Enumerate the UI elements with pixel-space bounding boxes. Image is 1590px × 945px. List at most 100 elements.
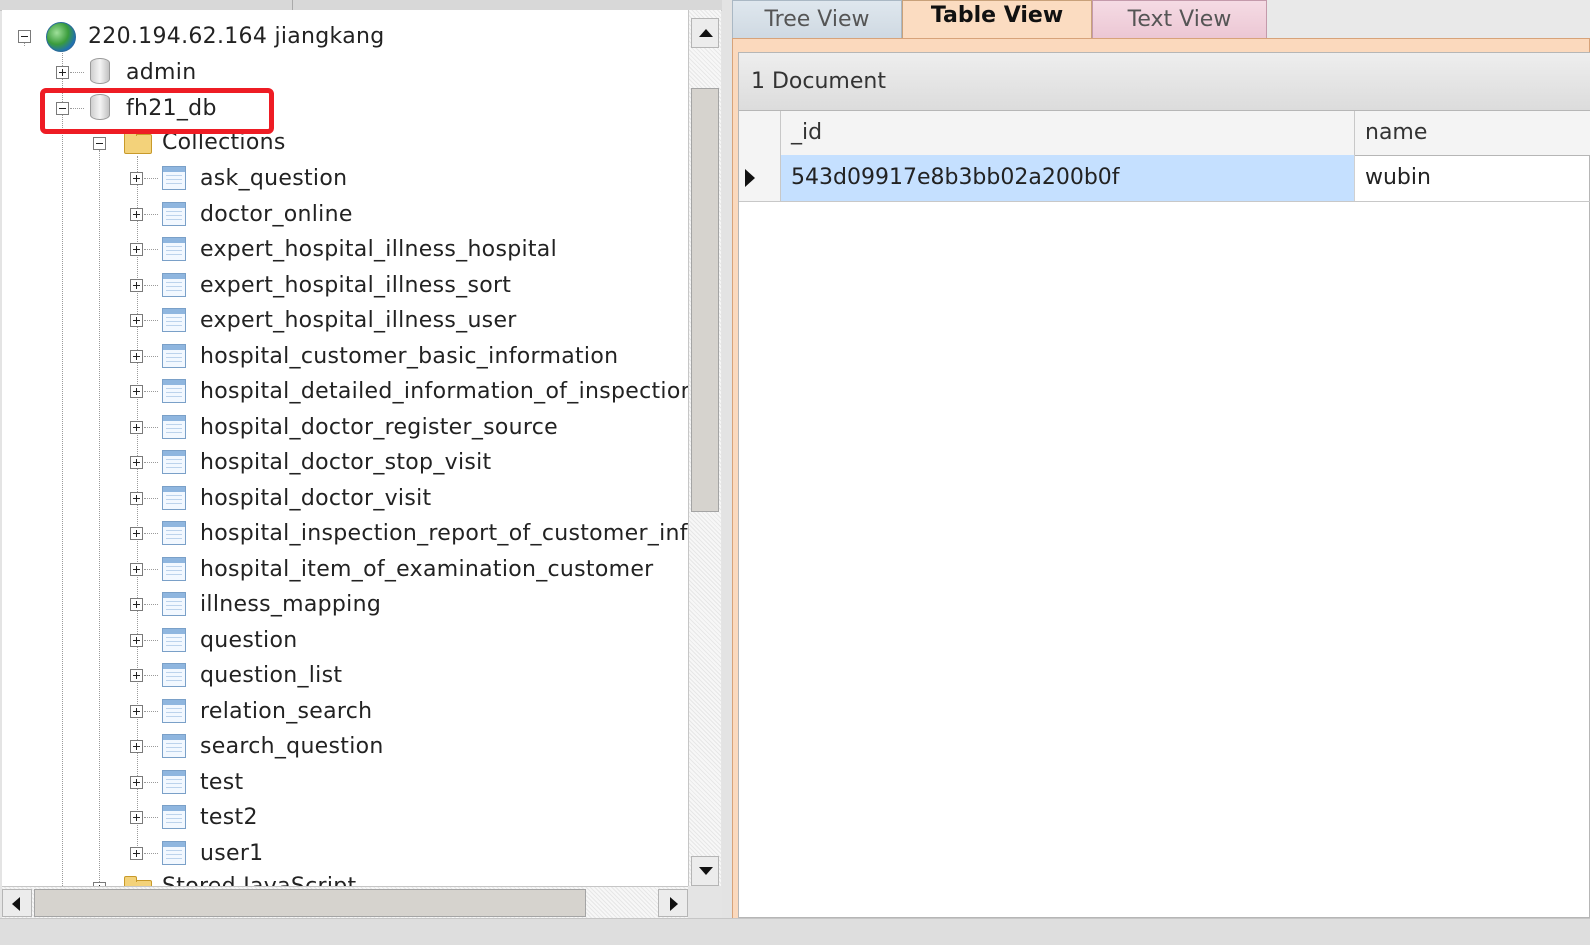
admin-expand-toggle[interactable]	[56, 66, 69, 79]
arrow-down-icon	[699, 867, 713, 875]
scroll-down-button[interactable]	[691, 856, 719, 886]
tree-connector	[70, 72, 84, 73]
collection-expand-toggle[interactable]	[130, 456, 143, 469]
tree-connector	[144, 853, 158, 854]
tree-item-collection[interactable]: hospital_customer_basic_information	[200, 342, 618, 372]
collection-table-icon	[162, 521, 186, 545]
tree-item-collection[interactable]: hospital_doctor_stop_visit	[200, 448, 491, 478]
scroll-right-button[interactable]	[658, 889, 688, 917]
tree-item-admin[interactable]: admin	[126, 58, 196, 88]
tree-item-collection[interactable]: illness_mapping	[200, 590, 381, 620]
collection-expand-toggle[interactable]	[130, 243, 143, 256]
collection-expand-toggle[interactable]	[130, 776, 143, 789]
collection-expand-toggle[interactable]	[130, 527, 143, 540]
collection-expand-toggle[interactable]	[130, 598, 143, 611]
collection-expand-toggle[interactable]	[130, 279, 143, 292]
collection-table-icon	[162, 663, 186, 687]
collection-table-icon	[162, 273, 186, 297]
document-count-label: 1 Document	[739, 53, 1590, 111]
tree-connector	[144, 569, 158, 570]
collection-expand-toggle[interactable]	[130, 350, 143, 363]
tree-item-collection[interactable]: search_question	[200, 732, 384, 762]
tree-item-collection[interactable]: question_list	[200, 661, 342, 691]
tab-text-view[interactable]: Text View	[1092, 0, 1267, 38]
tree-item-collection[interactable]: relation_search	[200, 697, 372, 727]
tree-connector	[144, 214, 158, 215]
collection-expand-toggle[interactable]	[130, 563, 143, 576]
status-strip	[0, 918, 1590, 945]
collection-table-icon	[162, 415, 186, 439]
collection-table-icon	[162, 344, 186, 368]
column-header-name[interactable]: name	[1355, 111, 1590, 155]
tree-connector	[144, 249, 158, 250]
tree-item-collection[interactable]: test2	[200, 803, 258, 833]
collection-table-icon	[162, 628, 186, 652]
tree-connector	[144, 498, 158, 499]
collection-table-icon	[162, 379, 186, 403]
collection-expand-toggle[interactable]	[130, 172, 143, 185]
row-header-corner	[739, 111, 781, 155]
results-grid: 1 Document _id name 543d09917e8b3bb02a20…	[738, 52, 1590, 918]
scroll-thumb[interactable]	[34, 889, 586, 917]
server-collapse-toggle[interactable]	[18, 30, 31, 43]
view-tab-bar: Tree View Text View Table View	[732, 0, 1590, 38]
cell-id[interactable]: 543d09917e8b3bb02a200b0f	[781, 155, 1355, 201]
tree-item-collection[interactable]: hospital_inspection_report_of_customer_i…	[200, 519, 688, 549]
tab-tree-view[interactable]: Tree View	[732, 0, 902, 38]
server-globe-icon	[46, 22, 76, 52]
database-icon	[90, 58, 110, 84]
database-tree: 220.194.62.164 jiangkang admin fh21_db C…	[2, 10, 688, 886]
tree-connector	[144, 391, 158, 392]
tree-item-collection[interactable]: expert_hospital_illness_hospital	[200, 235, 557, 265]
tree-connector	[144, 533, 158, 534]
tree-item-collection[interactable]: test	[200, 768, 243, 798]
tree-item-collection[interactable]: expert_hospital_illness_user	[200, 306, 517, 336]
collection-expand-toggle[interactable]	[130, 669, 143, 682]
scroll-corner	[688, 886, 720, 918]
table-row[interactable]: 543d09917e8b3bb02a200b0f wubin	[739, 155, 1590, 202]
tree-item-collection[interactable]: hospital_doctor_visit	[200, 484, 431, 514]
cell-name[interactable]: wubin	[1355, 155, 1590, 201]
collection-expand-toggle[interactable]	[130, 634, 143, 647]
collection-expand-toggle[interactable]	[130, 705, 143, 718]
collection-expand-toggle[interactable]	[130, 421, 143, 434]
scroll-thumb[interactable]	[691, 88, 719, 512]
tree-item-collection[interactable]: hospital_item_of_examination_customer	[200, 555, 654, 585]
collection-expand-toggle[interactable]	[130, 740, 143, 753]
scroll-left-button[interactable]	[2, 889, 32, 917]
object-explorer-pane: 220.194.62.164 jiangkang admin fh21_db C…	[0, 0, 722, 944]
folder-icon	[124, 130, 152, 154]
collection-table-icon	[162, 770, 186, 794]
collection-expand-toggle[interactable]	[130, 385, 143, 398]
arrow-left-icon	[12, 897, 20, 911]
collection-table-icon	[162, 166, 186, 190]
tree-connector	[144, 640, 158, 641]
column-header-id[interactable]: _id	[781, 111, 1355, 155]
collection-expand-toggle[interactable]	[130, 492, 143, 505]
tree-item-collection[interactable]: hospital_detailed_information_of_inspect…	[200, 377, 688, 407]
tree-vertical-scrollbar[interactable]	[688, 10, 721, 886]
scroll-up-button[interactable]	[691, 18, 719, 48]
grid-header-row: _id name	[739, 111, 1590, 156]
tree-item-collection[interactable]: ask_question	[200, 164, 347, 194]
tree-item-collection[interactable]: hospital_doctor_register_source	[200, 413, 558, 443]
tree-item-collection[interactable]: expert_hospital_illness_sort	[200, 271, 511, 301]
tree-item-collection[interactable]: doctor_online	[200, 200, 353, 230]
collection-expand-toggle[interactable]	[130, 314, 143, 327]
tree-item-stored-javascript[interactable]: Stored JavaScript	[162, 872, 357, 886]
red-highlight-annotation	[40, 88, 274, 134]
results-pane: Tree View Text View Table View 1 Documen…	[722, 0, 1590, 944]
current-row-indicator-icon	[739, 155, 781, 201]
tree-item-collection[interactable]: question	[200, 626, 297, 656]
tree-item-collection[interactable]: user1	[200, 839, 263, 869]
header-divider	[292, 0, 293, 10]
collection-expand-toggle[interactable]	[130, 847, 143, 860]
collection-expand-toggle[interactable]	[130, 811, 143, 824]
collection-expand-toggle[interactable]	[130, 208, 143, 221]
server-node[interactable]: 220.194.62.164 jiangkang	[88, 22, 385, 52]
tree-horizontal-scrollbar[interactable]	[2, 886, 688, 919]
tab-table-view[interactable]: Table View	[902, 0, 1092, 38]
collection-table-icon	[162, 202, 186, 226]
collections-collapse-toggle[interactable]	[93, 137, 106, 150]
tree-connector	[144, 604, 158, 605]
